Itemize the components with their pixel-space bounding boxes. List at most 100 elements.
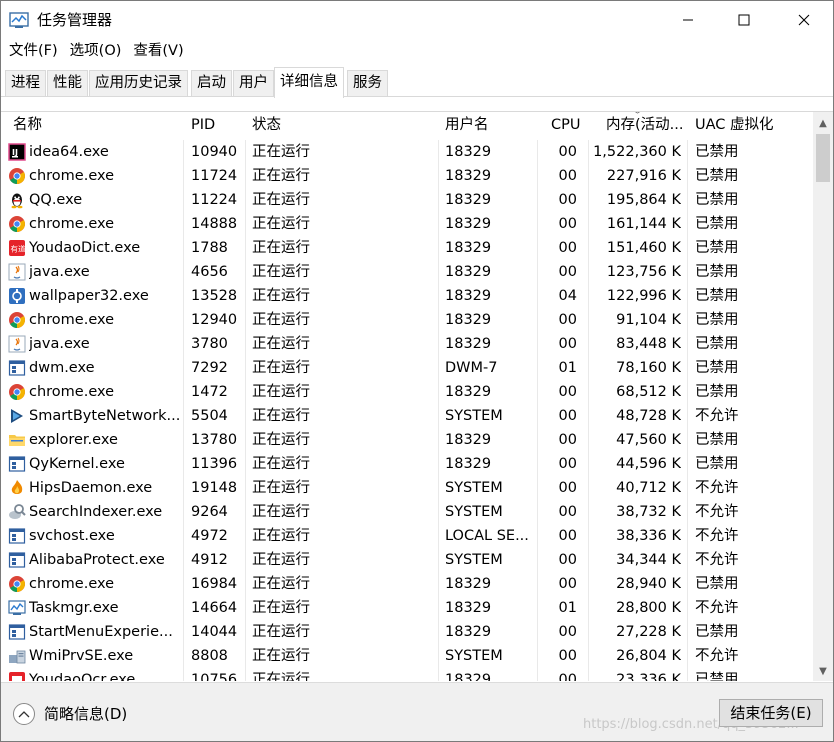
window-app-icon [8, 359, 26, 377]
table-row[interactable]: YoudaoOcr.exe 10756 正在运行 18329 00 23,336 K 已禁用 [1, 668, 813, 681]
table-row[interactable]: StartMenuExperie... 14044 正在运行 18329 00 27,22… [1, 620, 813, 644]
tab-details[interactable]: 详细信息 [274, 67, 344, 98]
process-username: 18329 [445, 192, 492, 208]
process-name: SearchIndexer.exe [29, 504, 163, 520]
process-status: 正在运行 [252, 144, 310, 160]
column-header-memory[interactable]: 内存(活动... [602, 112, 687, 140]
process-name: chrome.exe [29, 384, 115, 400]
tab-bar: 进程 性能 应用历史记录 启动 用户 详细信息 服务 [1, 67, 833, 98]
minimize-button[interactable] [665, 1, 711, 39]
tab-users[interactable]: 用户 [233, 70, 274, 96]
process-username: 18329 [445, 456, 492, 472]
column-header-uac[interactable]: UAC 虚拟化 [691, 112, 811, 140]
window-app-icon [8, 623, 26, 641]
process-name: WmiPrvSE.exe [29, 648, 134, 664]
process-status: 正在运行 [252, 168, 310, 184]
table-row[interactable]: chrome.exe 14888 正在运行 18329 00 161,144 K 已禁用 [1, 212, 813, 236]
column-header-name[interactable]: 名称 [9, 112, 183, 140]
process-username: 18329 [445, 624, 492, 640]
process-uac: 已禁用 [695, 168, 739, 184]
process-pid: 4972 [191, 528, 228, 544]
process-memory: 151,460 K [606, 240, 681, 256]
column-header-username[interactable]: 用户名 [441, 112, 537, 140]
table-row[interactable]: AlibabaProtect.exe 4912 正在运行 SYSTEM 00 34,344… [1, 548, 813, 572]
table-row[interactable]: QQ.exe 11224 正在运行 18329 00 195,864 K 已禁用 [1, 188, 813, 212]
process-uac: 不允许 [695, 504, 739, 520]
table-row[interactable]: IJ idea64.exe 10940 正在运行 18329 00 1,522,360 K 已… [1, 140, 813, 164]
table-row[interactable]: chrome.exe 1472 正在运行 18329 00 68,512 K 已禁用 [1, 380, 813, 404]
table-row[interactable]: dwm.exe 7292 正在运行 DWM-7 01 78,160 K 已禁用 [1, 356, 813, 380]
process-username: 18329 [445, 672, 492, 681]
column-header-cpu[interactable]: CPU [547, 112, 588, 140]
window-app-icon [8, 455, 26, 473]
table-row[interactable]: explorer.exe 13780 正在运行 18329 00 47,560 K 已禁用 [1, 428, 813, 452]
table-row[interactable]: Taskmgr.exe 14664 正在运行 18329 01 28,800 K 不允许 [1, 596, 813, 620]
process-cpu: 00 [558, 192, 577, 208]
process-uac: 已禁用 [695, 192, 739, 208]
process-pid: 4912 [191, 552, 228, 568]
vertical-scrollbar[interactable]: ▲ ▼ [813, 112, 833, 681]
table-row[interactable]: svchost.exe 4972 正在运行 LOCAL SE... 00 38,336 K… [1, 524, 813, 548]
process-uac: 已禁用 [695, 360, 739, 376]
table-row[interactable]: 有道 YoudaoDict.exe 1788 正在运行 18329 00 151,460 K… [1, 236, 813, 260]
process-status: 正在运行 [252, 312, 310, 328]
close-button[interactable] [781, 1, 827, 39]
process-name: dwm.exe [29, 360, 95, 376]
menu-file[interactable]: 文件(F) [1, 39, 62, 65]
process-name: HipsDaemon.exe [29, 480, 153, 496]
table-row[interactable]: WmiPrvSE.exe 8808 正在运行 SYSTEM 00 26,804 K 不允许 [1, 644, 813, 668]
table-row[interactable]: java.exe 4656 正在运行 18329 00 123,756 K 已禁用 [1, 260, 813, 284]
process-pid: 9264 [191, 504, 228, 520]
chrome-icon [8, 575, 26, 593]
process-pid: 14888 [191, 216, 238, 232]
title-bar[interactable]: 任务管理器 [1, 1, 833, 39]
process-memory: 44,596 K [616, 456, 681, 472]
process-cpu: 00 [558, 168, 577, 184]
menu-options[interactable]: 选项(O) [62, 39, 126, 65]
table-row[interactable]: HipsDaemon.exe 19148 正在运行 SYSTEM 00 40,712 K 不… [1, 476, 813, 500]
process-name: YoudaoDict.exe [29, 240, 141, 256]
collapse-details-button[interactable] [13, 703, 35, 725]
table-row[interactable]: chrome.exe 11724 正在运行 18329 00 227,916 K 已禁用 [1, 164, 813, 188]
table-row[interactable]: chrome.exe 12940 正在运行 18329 00 91,104 K 已禁用 [1, 308, 813, 332]
process-cpu: 00 [558, 504, 577, 520]
process-username: 18329 [445, 168, 492, 184]
tab-processes[interactable]: 进程 [5, 70, 46, 96]
table-row[interactable]: QyKernel.exe 11396 正在运行 18329 00 44,596 K 已禁用 [1, 452, 813, 476]
table-row[interactable]: SearchIndexer.exe 9264 正在运行 SYSTEM 00 38,732 … [1, 500, 813, 524]
process-username: SYSTEM [445, 648, 503, 664]
scroll-thumb[interactable] [816, 134, 830, 182]
process-memory: 28,940 K [616, 576, 681, 592]
process-name: StartMenuExperie... [29, 624, 173, 640]
process-memory: 1,522,360 K [593, 144, 681, 160]
process-name: wallpaper32.exe [29, 288, 149, 304]
tab-performance[interactable]: 性能 [47, 70, 88, 96]
process-username: DWM-7 [445, 360, 498, 376]
scroll-up-arrow-icon[interactable]: ▲ [813, 114, 833, 132]
tab-app-history[interactable]: 应用历史记录 [89, 70, 188, 96]
menu-view[interactable]: 查看(V) [125, 39, 187, 65]
column-header-status[interactable]: 状态 [248, 112, 438, 140]
scroll-down-arrow-icon[interactable]: ▼ [813, 662, 833, 680]
process-cpu: 00 [558, 264, 577, 280]
table-row[interactable]: wallpaper32.exe 13528 正在运行 18329 04 122,996 K… [1, 284, 813, 308]
maximize-button[interactable] [721, 1, 767, 39]
column-header-pid[interactable]: PID [187, 112, 245, 140]
tab-startup[interactable]: 启动 [191, 70, 232, 96]
table-row[interactable]: java.exe 3780 正在运行 18329 00 83,448 K 已禁用 [1, 332, 813, 356]
table-row[interactable]: chrome.exe 16984 正在运行 18329 00 28,940 K 已禁用 [1, 572, 813, 596]
chrome-icon [8, 383, 26, 401]
process-uac: 已禁用 [695, 576, 739, 592]
table-row[interactable]: SmartByteNetwork... 5504 正在运行 SYSTEM 00 48,72… [1, 404, 813, 428]
process-name: java.exe [29, 336, 90, 352]
process-status: 正在运行 [252, 576, 310, 592]
tab-services[interactable]: 服务 [347, 70, 388, 96]
process-cpu: 01 [558, 600, 577, 616]
less-details-label[interactable]: 简略信息(D) [44, 703, 127, 725]
process-status: 正在运行 [252, 648, 310, 664]
process-uac: 已禁用 [695, 240, 739, 256]
end-task-button[interactable]: 结束任务(E) [719, 699, 823, 727]
process-status: 正在运行 [252, 552, 310, 568]
java-icon [8, 335, 26, 353]
process-name: explorer.exe [29, 432, 118, 448]
